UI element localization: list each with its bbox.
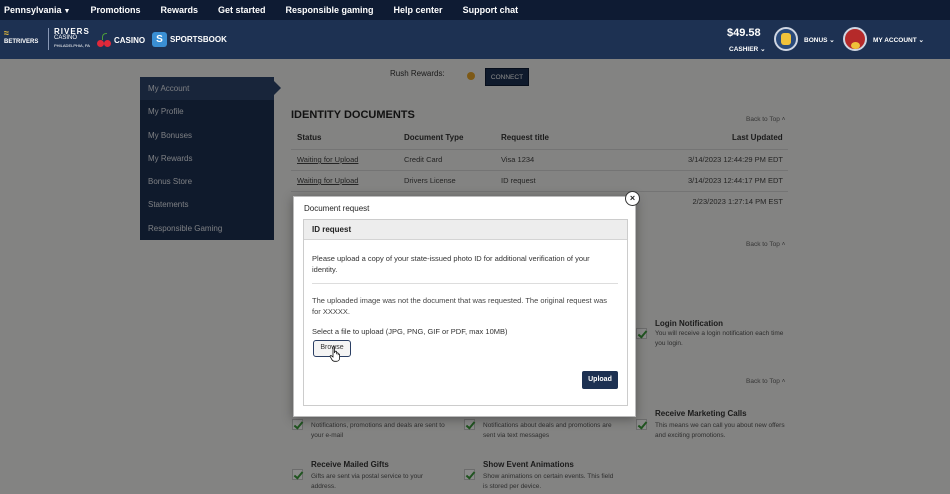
nav-help-center[interactable]: Help center: [394, 5, 443, 15]
document-request-modal: Document request ID request Please uploa…: [293, 196, 636, 417]
id-request-heading: ID request: [304, 220, 627, 240]
chevron-down-icon: ⌄: [760, 46, 766, 53]
modal-title: Document request: [304, 204, 370, 213]
site-header: ≈ BETRIVERS RIVERS CASINO PHILADELPHIA, P…: [0, 20, 950, 59]
chevron-down-icon: ▼: [63, 8, 71, 15]
nav-responsible-gaming[interactable]: Responsible gaming: [286, 5, 374, 15]
upload-instructions: Please upload a copy of your state-issue…: [312, 254, 590, 274]
id-request-panel: ID request Please upload a copy of your …: [303, 219, 628, 406]
account-balance: $49.58: [727, 27, 761, 39]
hand-pointer-icon: [329, 346, 340, 362]
my-account-menu[interactable]: MY ACCOUNT ⌄: [873, 36, 924, 44]
upload-button[interactable]: Upload: [582, 371, 618, 389]
cherry-icon: [97, 33, 111, 47]
nav-rewards[interactable]: Rewards: [160, 5, 198, 15]
nav-get-started[interactable]: Get started: [218, 5, 266, 15]
state-selector[interactable]: Pennsylvania ▼: [4, 5, 70, 15]
bonus-menu[interactable]: BONUS ⌄: [804, 36, 835, 44]
file-select-prompt: Select a file to upload (JPG, PNG, GIF o…: [312, 327, 508, 336]
nav-support-chat[interactable]: Support chat: [463, 5, 519, 15]
bonus-avatar-icon[interactable]: [774, 27, 798, 51]
wrong-document-notice: The uploaded image was not the document …: [312, 296, 608, 316]
sportsbook-link[interactable]: S SPORTSBOOK: [152, 32, 227, 47]
sportsbook-icon: S: [152, 32, 167, 47]
cashier-button[interactable]: CASHIER ⌄: [729, 45, 766, 53]
top-navigation: Pennsylvania ▼ Promotions Rewards Get sta…: [0, 0, 950, 20]
account-avatar-icon[interactable]: [843, 27, 867, 51]
chevron-down-icon: ⌄: [918, 37, 924, 44]
betrivers-logo[interactable]: ≈ BETRIVERS: [4, 29, 44, 46]
close-icon[interactable]: ×: [625, 191, 640, 206]
rivers-casino-logo[interactable]: RIVERS CASINO PHILADELPHIA, PA: [48, 28, 90, 50]
casino-link[interactable]: CASINO: [97, 33, 145, 47]
chevron-down-icon: ⌄: [829, 37, 835, 44]
nav-promotions[interactable]: Promotions: [90, 5, 140, 15]
divider: [312, 283, 618, 284]
